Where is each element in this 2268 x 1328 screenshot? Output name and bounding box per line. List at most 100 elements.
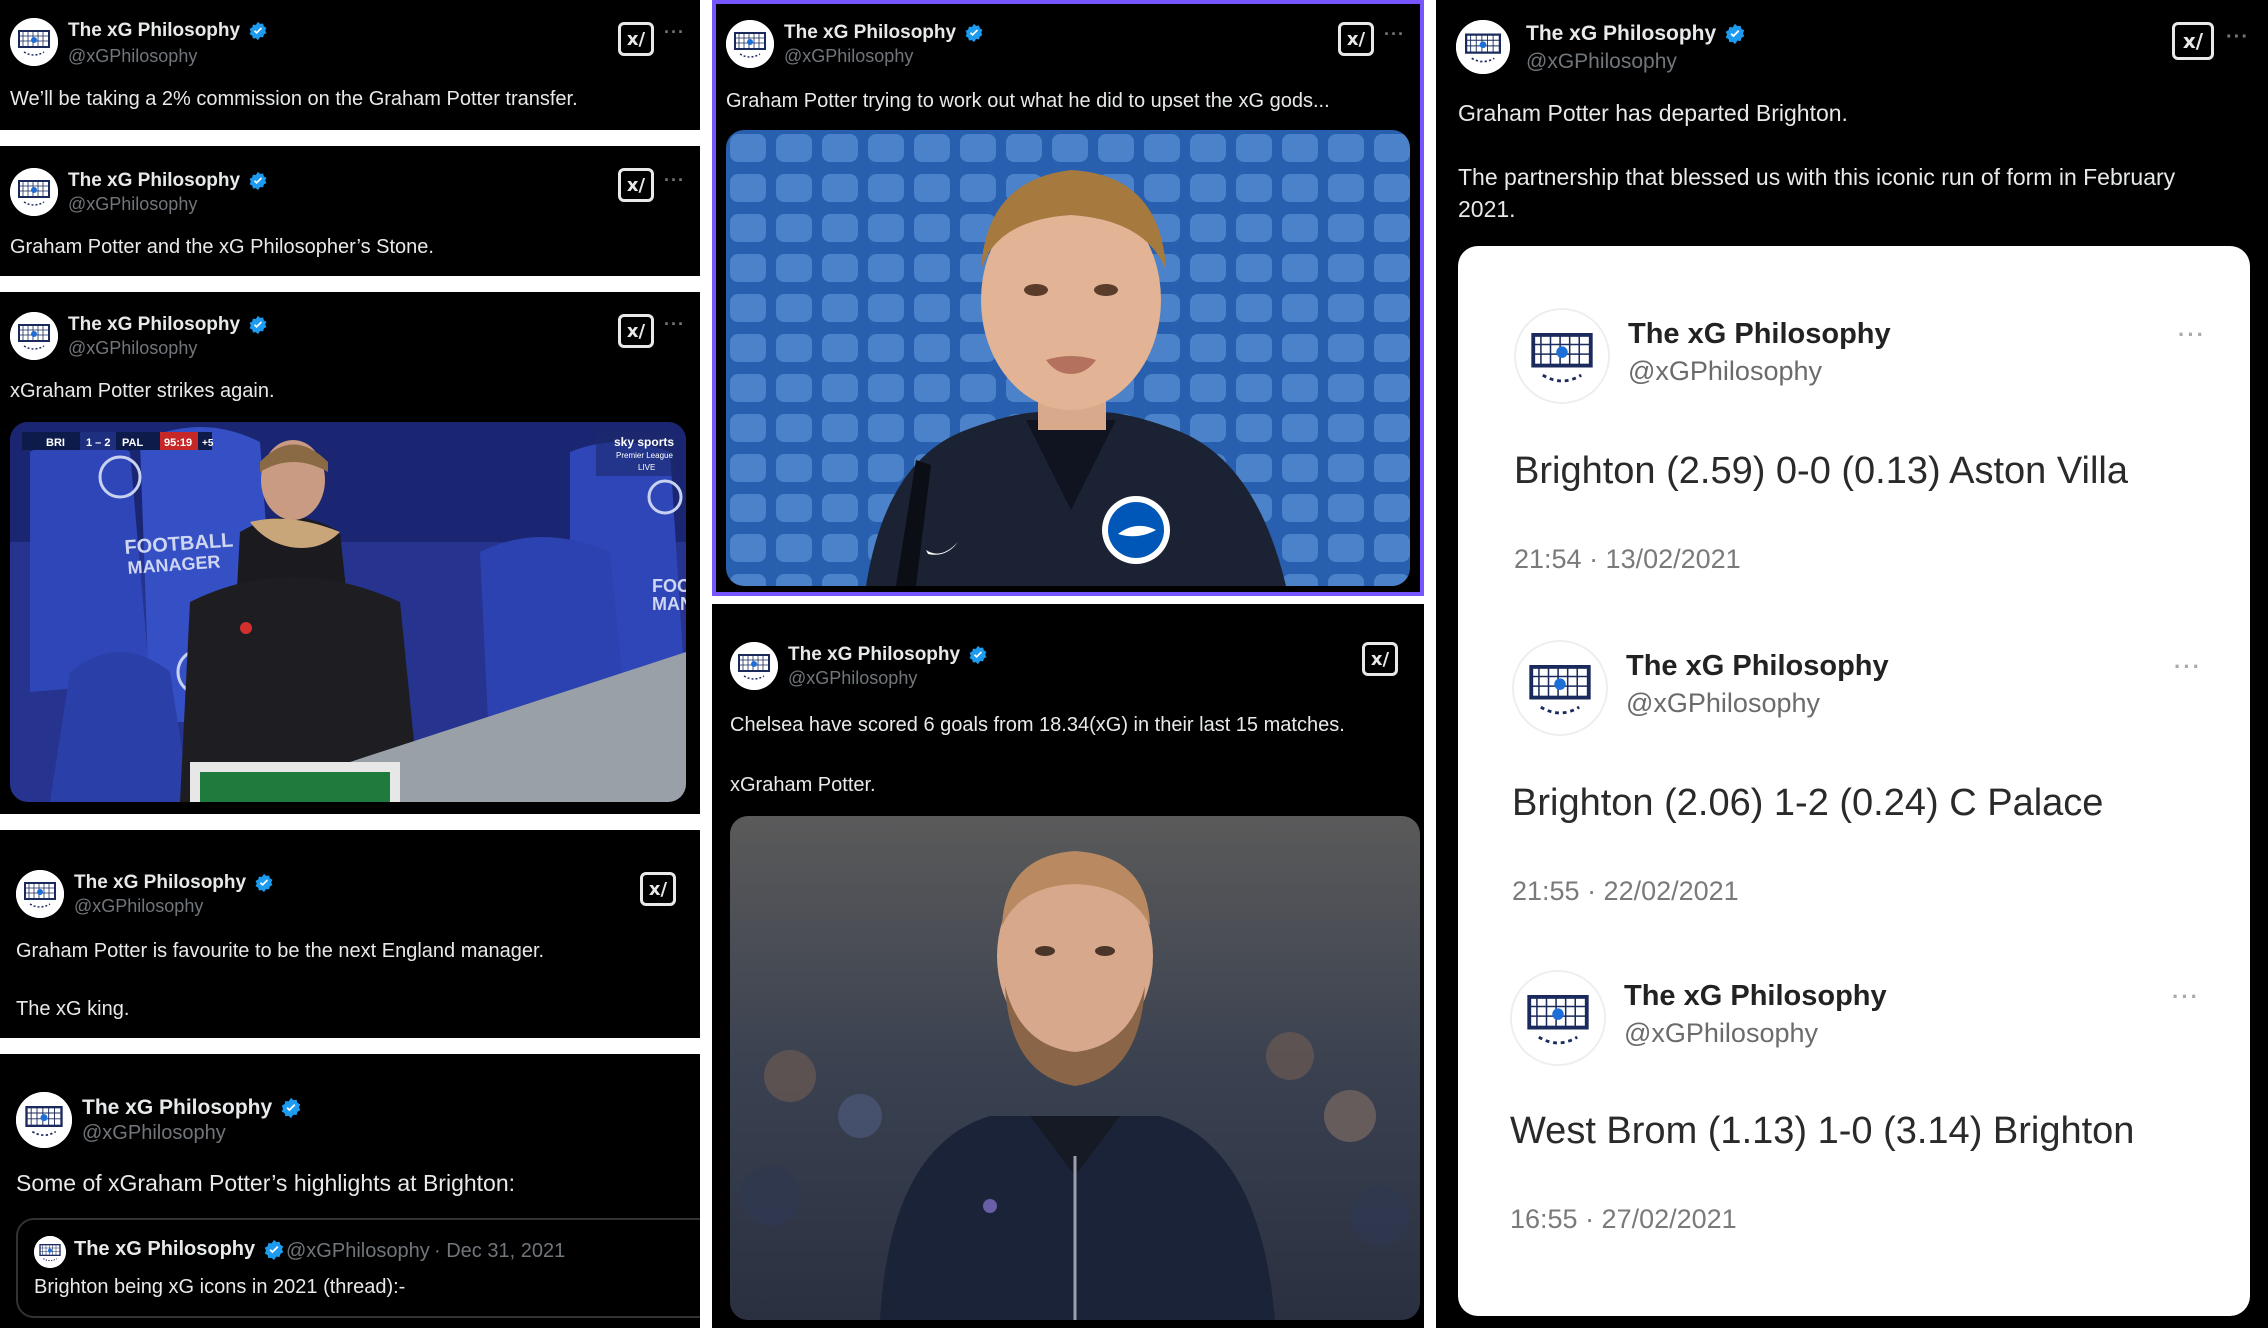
account-handle: @xGPhilosophy	[1526, 50, 1677, 73]
avatar[interactable]	[10, 312, 58, 360]
tweet-england-manager[interactable]: The xG Philosophy @xGPhilosophy x/ Graha…	[0, 830, 700, 1038]
goal-net-logo	[730, 642, 778, 690]
avatar[interactable]	[10, 168, 58, 216]
tweet-text: Graham Potter trying to work out what he…	[726, 90, 1330, 112]
avatar	[1512, 640, 1608, 736]
goal-net-logo	[10, 18, 58, 66]
quoted-text: Brighton being xG icons in 2021 (thread)…	[34, 1276, 406, 1298]
avatar	[1510, 970, 1606, 1066]
embedded-account-name: The xG Philosophy	[1628, 318, 1891, 350]
account-name[interactable]: The xG Philosophy	[788, 644, 988, 666]
more-dots-icon: ···	[2172, 984, 2200, 1009]
tweet-image-potter-chelsea[interactable]	[730, 816, 1420, 1320]
potter-brighton-photo	[726, 130, 1410, 586]
account-name[interactable]: The xG Philosophy	[68, 170, 268, 192]
verified-badge-icon	[965, 23, 983, 43]
quoted-date: · Dec 31, 2021	[434, 1240, 566, 1262]
more-dots-icon[interactable]: ···	[664, 314, 685, 335]
embedded-account-name: The xG Philosophy	[1626, 650, 1889, 682]
grok-icon[interactable]: x/	[1362, 642, 1398, 676]
grok-icon[interactable]: x/	[2172, 22, 2214, 60]
match-score: West Brom (1.13) 1-0 (3.14) Brighton	[1510, 1110, 2135, 1152]
embedded-account-name: The xG Philosophy	[1624, 980, 1887, 1012]
avatar	[1514, 308, 1610, 404]
embedded-account-handle: @xGPhilosophy	[1624, 1018, 1818, 1048]
verified-badge-icon	[281, 1097, 301, 1119]
verified-badge-icon	[255, 873, 273, 893]
svg-text:sky sports: sky sports	[614, 435, 674, 449]
quoted-account-name[interactable]: The xG Philosophy	[74, 1238, 285, 1261]
account-name[interactable]: The xG Philosophy	[68, 314, 268, 336]
more-dots-icon[interactable]: ···	[664, 22, 685, 43]
grok-icon[interactable]: x/	[618, 22, 654, 56]
match-timestamp: 21:54 · 13/02/2021	[1514, 544, 1741, 574]
potter-chelsea-photo	[730, 816, 1420, 1320]
account-name[interactable]: The xG Philosophy	[68, 20, 268, 42]
tweet-highlights[interactable]: The xG Philosophy @xGPhilosophy Some of …	[0, 1054, 700, 1328]
tweet-text-line-1: Chelsea have scored 6 goals from 18.34(x…	[730, 714, 1345, 736]
avatar[interactable]	[34, 1236, 66, 1268]
svg-text:95:19: 95:19	[164, 437, 192, 449]
tweet-image-potter-brighton[interactable]	[726, 130, 1410, 586]
account-handle: @xGPhilosophy	[68, 46, 198, 66]
match-timestamp: 21:55 · 22/02/2021	[1512, 876, 1739, 906]
more-dots-icon[interactable]: ···	[2226, 26, 2249, 49]
tweet-text-line-2: The xG king.	[16, 998, 130, 1020]
account-name[interactable]: The xG Philosophy	[82, 1096, 302, 1120]
avatar[interactable]	[730, 642, 778, 690]
verified-badge-icon	[969, 645, 987, 665]
account-handle: @xGPhilosophy	[74, 896, 204, 916]
account-handle: @xGPhilosophy	[68, 194, 198, 214]
tweet-text-line-1: Graham Potter is favourite to be the nex…	[16, 940, 545, 962]
tweet-strikes-again[interactable]: The xG Philosophy @xGPhilosophy x/ ··· x…	[0, 292, 700, 814]
more-dots-icon: ···	[2178, 322, 2206, 347]
quoted-tweet[interactable]: The xG Philosophy @xGPhilosophy · Dec 31…	[16, 1218, 700, 1318]
goal-net-logo	[10, 168, 58, 216]
tweet-image-dugout[interactable]: FOOTBALL MANAGER FOOT MAN BRI 1 – 2 PAL …	[10, 422, 686, 802]
tweet-text: Some of xGraham Potter’s highlights at B…	[16, 1170, 516, 1196]
goal-net-logo	[34, 1236, 66, 1268]
grok-icon[interactable]: x/	[618, 168, 654, 202]
grok-icon[interactable]: x/	[618, 314, 654, 348]
tweet-text: Graham Potter and the xG Philosopher’s S…	[10, 236, 434, 258]
tweet-commission[interactable]: The xG Philosophy @xGPhilosophy x/ ··· W…	[0, 0, 700, 130]
tweet-text-line-2: xGraham Potter.	[730, 774, 876, 796]
svg-text:PAL: PAL	[122, 437, 143, 449]
goal-net-logo	[16, 870, 64, 918]
dugout-photo: FOOTBALL MANAGER FOOT MAN BRI 1 – 2 PAL …	[10, 422, 686, 802]
match-timestamp: 16:55 · 27/02/2021	[1510, 1204, 1737, 1234]
svg-text:BRI: BRI	[46, 437, 65, 449]
avatar[interactable]	[10, 18, 58, 66]
account-name[interactable]: The xG Philosophy	[1526, 22, 1746, 46]
avatar[interactable]	[1456, 20, 1510, 74]
tweet-chelsea-xg[interactable]: The xG Philosophy @xGPhilosophy x/ Chels…	[712, 604, 1424, 1328]
tweet-departed-brighton[interactable]: The xG Philosophy @xGPhilosophy x/ ··· G…	[1436, 0, 2268, 1328]
goal-net-logo	[1514, 642, 1606, 734]
more-dots-icon[interactable]: ···	[664, 170, 685, 191]
avatar[interactable]	[16, 1092, 72, 1148]
goal-net-logo	[1456, 20, 1510, 74]
goal-net-logo	[10, 312, 58, 360]
more-dots-icon[interactable]: ···	[1384, 24, 1405, 45]
embedded-screenshot[interactable]: The xG Philosophy @xGPhilosophy ··· Brig…	[1458, 246, 2250, 1316]
account-handle: @xGPhilosophy	[784, 46, 914, 66]
account-handle: @xGPhilosophy	[788, 668, 918, 688]
grok-icon[interactable]: x/	[1338, 22, 1374, 56]
goal-net-logo	[1516, 310, 1608, 402]
svg-text:LIVE: LIVE	[638, 463, 655, 472]
svg-text:Premier League: Premier League	[616, 451, 673, 460]
avatar[interactable]	[726, 20, 774, 68]
verified-badge-icon	[249, 315, 267, 335]
goal-net-logo	[16, 1092, 72, 1148]
account-handle: @xGPhilosophy	[68, 338, 198, 358]
account-name[interactable]: The xG Philosophy	[784, 22, 984, 44]
tweet-xg-gods[interactable]: The xG Philosophy @xGPhilosophy x/ ··· G…	[712, 0, 1424, 596]
avatar[interactable]	[16, 870, 64, 918]
verified-badge-icon	[249, 171, 267, 191]
account-name[interactable]: The xG Philosophy	[74, 872, 274, 894]
tweet-philosophers-stone[interactable]: The xG Philosophy @xGPhilosophy x/ ··· G…	[0, 146, 700, 276]
goal-net-logo	[1512, 972, 1604, 1064]
verified-badge-icon	[1725, 23, 1745, 45]
more-dots-icon: ···	[2174, 654, 2202, 679]
grok-icon[interactable]: x/	[640, 872, 676, 906]
